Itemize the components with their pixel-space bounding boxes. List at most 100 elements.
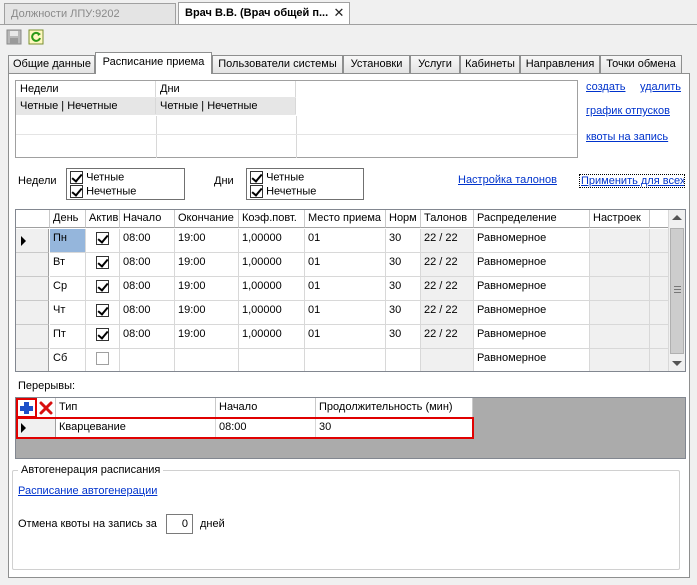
schedule-cell-distribution[interactable]: Равномерное [474, 253, 590, 277]
schedule-cell-coef[interactable]: 1,00000 [239, 229, 305, 253]
col-header-start[interactable]: Начало [120, 210, 175, 228]
col-header-active[interactable]: Актив [86, 210, 120, 228]
apply-all-link[interactable]: Применить для всех [579, 174, 685, 188]
tab-rooms[interactable]: Кабинеты [460, 55, 520, 73]
active-checkbox[interactable] [96, 352, 109, 365]
create-link[interactable]: создать [586, 81, 625, 93]
schedule-cell-settings[interactable] [590, 277, 650, 301]
schedule-cell-end[interactable] [175, 349, 239, 371]
schedule-cell-norm[interactable]: 30 [386, 301, 421, 325]
schedule-cell-start[interactable] [120, 349, 175, 371]
schedule-cell-norm[interactable]: 30 [386, 277, 421, 301]
schedule-scrollbar[interactable] [668, 210, 685, 371]
schedule-cell-day[interactable]: Чт [50, 301, 86, 325]
breaks-col-start[interactable]: Начало [216, 398, 316, 418]
schedule-cell-coef[interactable] [239, 349, 305, 371]
tab-referrals[interactable]: Направления [520, 55, 600, 73]
weeks-odd-option[interactable]: Нечетные [70, 185, 136, 198]
schedule-cell-day[interactable]: Пн [50, 229, 86, 253]
col-header-coef[interactable]: Коэф.повт. [239, 210, 305, 228]
tab-schedule[interactable]: Расписание приема [95, 52, 212, 74]
active-checkbox[interactable] [96, 256, 109, 269]
schedule-cell-active[interactable] [86, 325, 120, 349]
schedule-cell-place[interactable]: 01 [305, 229, 386, 253]
schedule-cell-tickets[interactable]: 22 / 22 [421, 325, 474, 349]
window-tab-doctor[interactable]: Врач В.В. (Врач общей п... ✕ [178, 2, 350, 25]
schedule-cell-day[interactable]: Пт [50, 325, 86, 349]
tab-services[interactable]: Услуги [410, 55, 460, 73]
delete-link[interactable]: удалить [640, 81, 681, 93]
weeks-odd-checkbox[interactable] [70, 185, 83, 198]
weeks-even-checkbox[interactable] [70, 171, 83, 184]
active-checkbox[interactable] [96, 328, 109, 341]
row-selector[interactable] [16, 325, 49, 349]
schedule-cell-coef[interactable]: 1,00000 [239, 301, 305, 325]
schedule-cell-end[interactable]: 19:00 [175, 301, 239, 325]
days-even-option[interactable]: Четные [250, 171, 304, 184]
schedule-cell-start[interactable]: 08:00 [120, 325, 175, 349]
tab-exchange-points[interactable]: Точки обмена [600, 55, 682, 73]
schedule-cell-start[interactable]: 08:00 [120, 301, 175, 325]
days-even-checkbox[interactable] [250, 171, 263, 184]
schedule-cell-coef[interactable]: 1,00000 [239, 253, 305, 277]
save-button[interactable] [6, 29, 24, 47]
window-tab-positions[interactable]: Должности ЛПУ:9202 [4, 3, 176, 24]
col-header-settings[interactable]: Настроек [590, 210, 650, 228]
breaks-grid[interactable]: Тип Начало Продолжительность (мин) Кварц… [15, 397, 686, 459]
breaks-col-duration[interactable]: Продолжительность (мин) [316, 398, 473, 418]
schedule-cell-active[interactable] [86, 253, 120, 277]
schedule-cell-distribution[interactable]: Равномерное [474, 349, 590, 371]
days-odd-option[interactable]: Нечетные [250, 185, 316, 198]
active-checkbox[interactable] [96, 232, 109, 245]
schedule-cell-active[interactable] [86, 229, 120, 253]
schedule-cell-day[interactable]: Ср [50, 277, 86, 301]
schedule-cell-distribution[interactable]: Равномерное [474, 325, 590, 349]
schedule-cell-place[interactable]: 01 [305, 325, 386, 349]
col-header-norm[interactable]: Норм [386, 210, 421, 228]
row-selector[interactable] [16, 277, 49, 301]
row-selector[interactable] [16, 301, 49, 325]
schedule-cell-end[interactable]: 19:00 [175, 229, 239, 253]
summary-grid[interactable]: Недели Дни Четные | Нечетные Четные | Не… [15, 80, 578, 158]
schedule-cell-tickets[interactable]: 22 / 22 [421, 301, 474, 325]
scroll-thumb[interactable] [670, 228, 684, 354]
schedule-cell-end[interactable]: 19:00 [175, 253, 239, 277]
weeks-checklist[interactable]: Четные Нечетные [66, 168, 185, 200]
schedule-cell-active[interactable] [86, 301, 120, 325]
schedule-cell-coef[interactable]: 1,00000 [239, 325, 305, 349]
weeks-even-option[interactable]: Четные [70, 171, 124, 184]
schedule-cell-coef[interactable]: 1,00000 [239, 277, 305, 301]
schedule-cell-distribution[interactable]: Равномерное [474, 229, 590, 253]
tab-system-users[interactable]: Пользователи системы [212, 55, 343, 73]
scroll-up-icon[interactable] [672, 215, 682, 220]
tab-settings[interactable]: Установки [343, 55, 410, 73]
schedule-cell-start[interactable]: 08:00 [120, 277, 175, 301]
schedule-grid[interactable]: День Актив Начало Окончание Коэф.повт. М… [15, 209, 686, 372]
vacation-schedule-link[interactable]: график отпусков [586, 105, 670, 117]
quota-cancel-days-input[interactable]: 0 [166, 514, 193, 534]
row-selector[interactable] [16, 253, 49, 277]
schedule-cell-start[interactable]: 08:00 [120, 253, 175, 277]
schedule-cell-norm[interactable]: 30 [386, 229, 421, 253]
schedule-cell-tickets[interactable]: 22 / 22 [421, 277, 474, 301]
schedule-cell-tickets[interactable]: 22 / 22 [421, 253, 474, 277]
close-icon[interactable]: ✕ [332, 6, 346, 20]
schedule-cell-norm[interactable]: 30 [386, 253, 421, 277]
col-header-day[interactable]: День [50, 210, 86, 228]
schedule-cell-norm[interactable]: 30 [386, 325, 421, 349]
schedule-cell-distribution[interactable]: Равномерное [474, 277, 590, 301]
quotas-link[interactable]: квоты на запись [586, 131, 668, 143]
schedule-cell-settings[interactable] [590, 349, 650, 371]
schedule-cell-active[interactable] [86, 277, 120, 301]
days-checklist[interactable]: Четные Нечетные [246, 168, 364, 200]
delete-break-button[interactable] [38, 400, 54, 416]
scroll-down-icon[interactable] [672, 361, 682, 366]
add-break-button[interactable] [16, 398, 37, 418]
tab-general[interactable]: Общие данные [8, 55, 95, 73]
schedule-cell-settings[interactable] [590, 229, 650, 253]
schedule-cell-norm[interactable] [386, 349, 421, 371]
schedule-cell-place[interactable] [305, 349, 386, 371]
refresh-button[interactable] [28, 29, 46, 47]
row-selector[interactable] [16, 349, 49, 371]
col-header-distribution[interactable]: Распределение [474, 210, 590, 228]
